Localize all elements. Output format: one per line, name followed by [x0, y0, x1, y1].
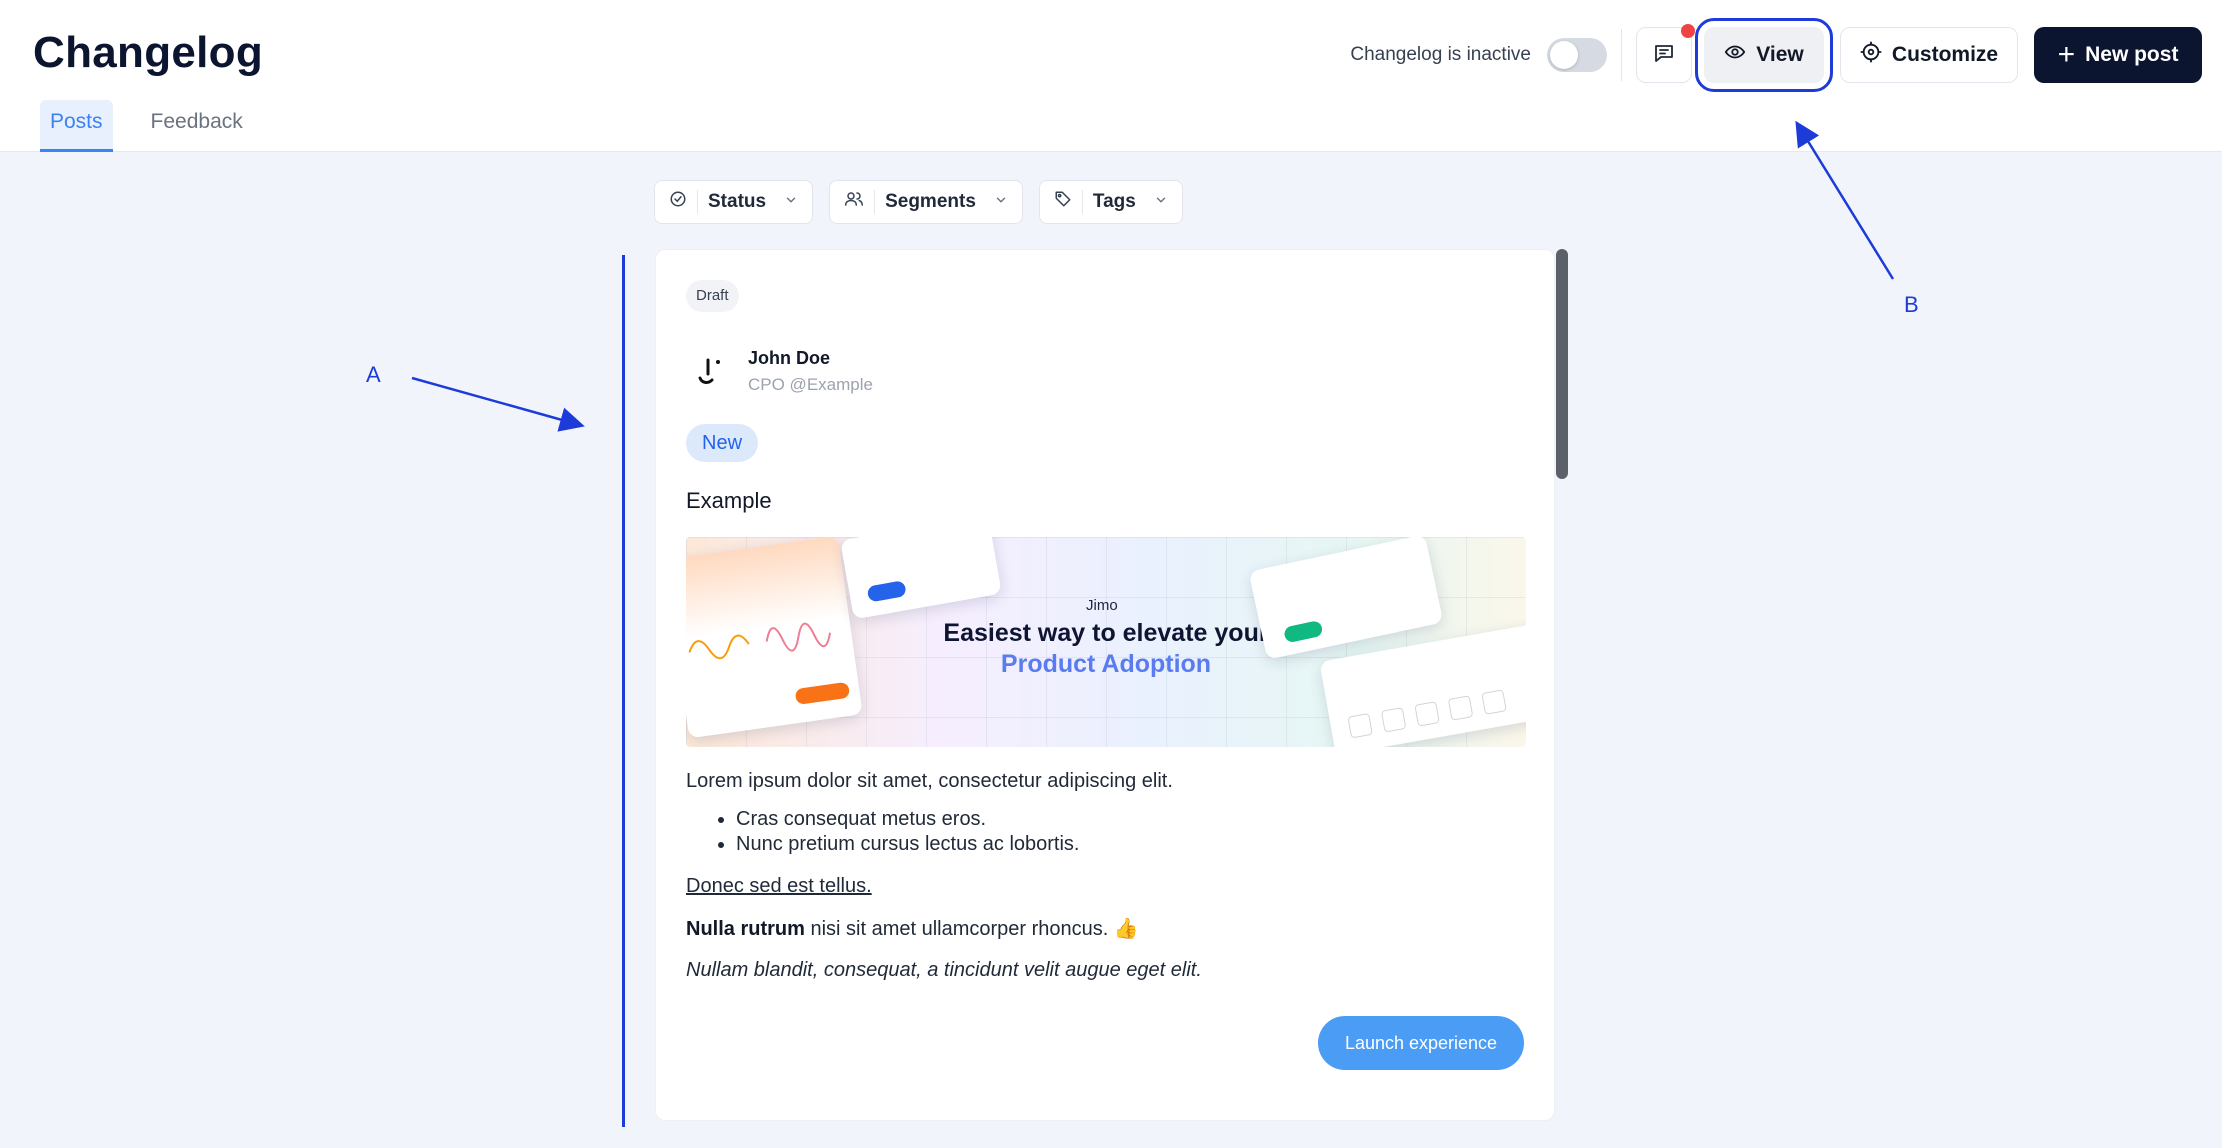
- view-button[interactable]: View: [1695, 18, 1833, 92]
- post-card[interactable]: Draft John Doe CPO @Example New Example: [655, 249, 1555, 1121]
- italic-text: Nullam blandit, consequat, a tincidunt v…: [686, 959, 1202, 981]
- divider: [697, 190, 698, 214]
- status-filter-label: Status: [708, 191, 767, 212]
- status-filter[interactable]: Status: [654, 180, 814, 224]
- tags-filter-label: Tags: [1092, 191, 1136, 212]
- list-item: Nunc pretium cursus lectus ac lobortis.: [736, 832, 1526, 857]
- new-post-button-label: New post: [2085, 43, 2179, 66]
- list-item: Cras consequat metus eros.: [736, 807, 1526, 832]
- changelog-active-toggle[interactable]: [1547, 38, 1607, 72]
- page-title: Changelog: [33, 28, 264, 77]
- segments-filter-label: Segments: [885, 191, 976, 212]
- chevron-down-icon: [1154, 191, 1168, 213]
- feedback-button[interactable]: [1636, 24, 1695, 83]
- post-banner-image: Jimo Easiest way to elevate your Product…: [686, 537, 1526, 747]
- author-name: John Doe: [748, 348, 831, 368]
- annotation-label-a: A: [366, 362, 381, 387]
- settings-icon: [1860, 41, 1882, 69]
- eye-icon: [1724, 41, 1746, 69]
- check-circle-icon: [669, 190, 687, 214]
- notification-dot: [1681, 24, 1695, 38]
- avatar: [686, 349, 732, 395]
- scrollbar-thumb[interactable]: [1556, 249, 1568, 479]
- divider: [874, 190, 876, 214]
- segments-filter[interactable]: Segments: [829, 180, 1023, 224]
- tab-bar: Posts Feedback: [40, 100, 253, 152]
- customize-button[interactable]: Customize: [1840, 27, 2018, 83]
- tags-filter[interactable]: Tags: [1038, 180, 1183, 224]
- chat-icon: [1652, 41, 1676, 70]
- paragraph-rest: nisi sit amet ullamcorper rhoncus. 👍: [804, 918, 1139, 940]
- chevron-down-icon: [994, 191, 1008, 213]
- chevron-down-icon: [784, 191, 798, 213]
- underlined-text: Donec sed est tellus.: [686, 875, 872, 897]
- bold-paragraph: Nulla rutrum nisi sit amet ullamcorper r…: [686, 916, 1526, 941]
- header-actions: Changelog is inactive View Customize + N…: [1350, 18, 2202, 92]
- toggle-knob: [1550, 41, 1578, 69]
- post-title: Example: [686, 488, 772, 513]
- customize-button-label: Customize: [1891, 43, 1999, 66]
- post-body: Lorem ipsum dolor sit amet, consectetur …: [686, 770, 1526, 1000]
- launch-experience-button[interactable]: Launch experience: [1318, 1016, 1524, 1070]
- banner-logo: Jimo: [1086, 597, 1118, 614]
- users-icon: [844, 190, 864, 214]
- author-role: CPO @Example: [748, 375, 873, 394]
- page-header: Changelog Posts Feedback Changelog is in…: [0, 0, 2222, 152]
- tag-icon: [1054, 190, 1072, 214]
- divider: [1081, 190, 1083, 214]
- toggle-label: Changelog is inactive: [1350, 44, 1531, 65]
- divider: [1621, 29, 1622, 81]
- plus-icon: +: [2057, 38, 2076, 71]
- annotation-bracket-line: [622, 255, 625, 1127]
- tab-feedback[interactable]: Feedback: [141, 100, 253, 152]
- filter-bar: Status Segments Tags: [654, 180, 1183, 224]
- new-post-button[interactable]: + New post: [2034, 27, 2202, 83]
- post-bullet-list: Cras consequat metus eros. Nunc pretium …: [736, 807, 1526, 857]
- post-tag-badge: New: [686, 424, 759, 462]
- annotation-label-b: B: [1904, 292, 1919, 317]
- post-intro: Lorem ipsum dolor sit amet, consectetur …: [686, 770, 1173, 792]
- view-button-label: View: [1756, 43, 1804, 66]
- status-badge: Draft: [686, 280, 739, 312]
- main-content: Status Segments Tags Draft John Doe CPO …: [0, 152, 2222, 1148]
- bold-text: Nulla rutrum: [686, 918, 805, 940]
- tab-posts[interactable]: Posts: [40, 100, 113, 152]
- post-author: John Doe CPO @Example: [686, 348, 873, 395]
